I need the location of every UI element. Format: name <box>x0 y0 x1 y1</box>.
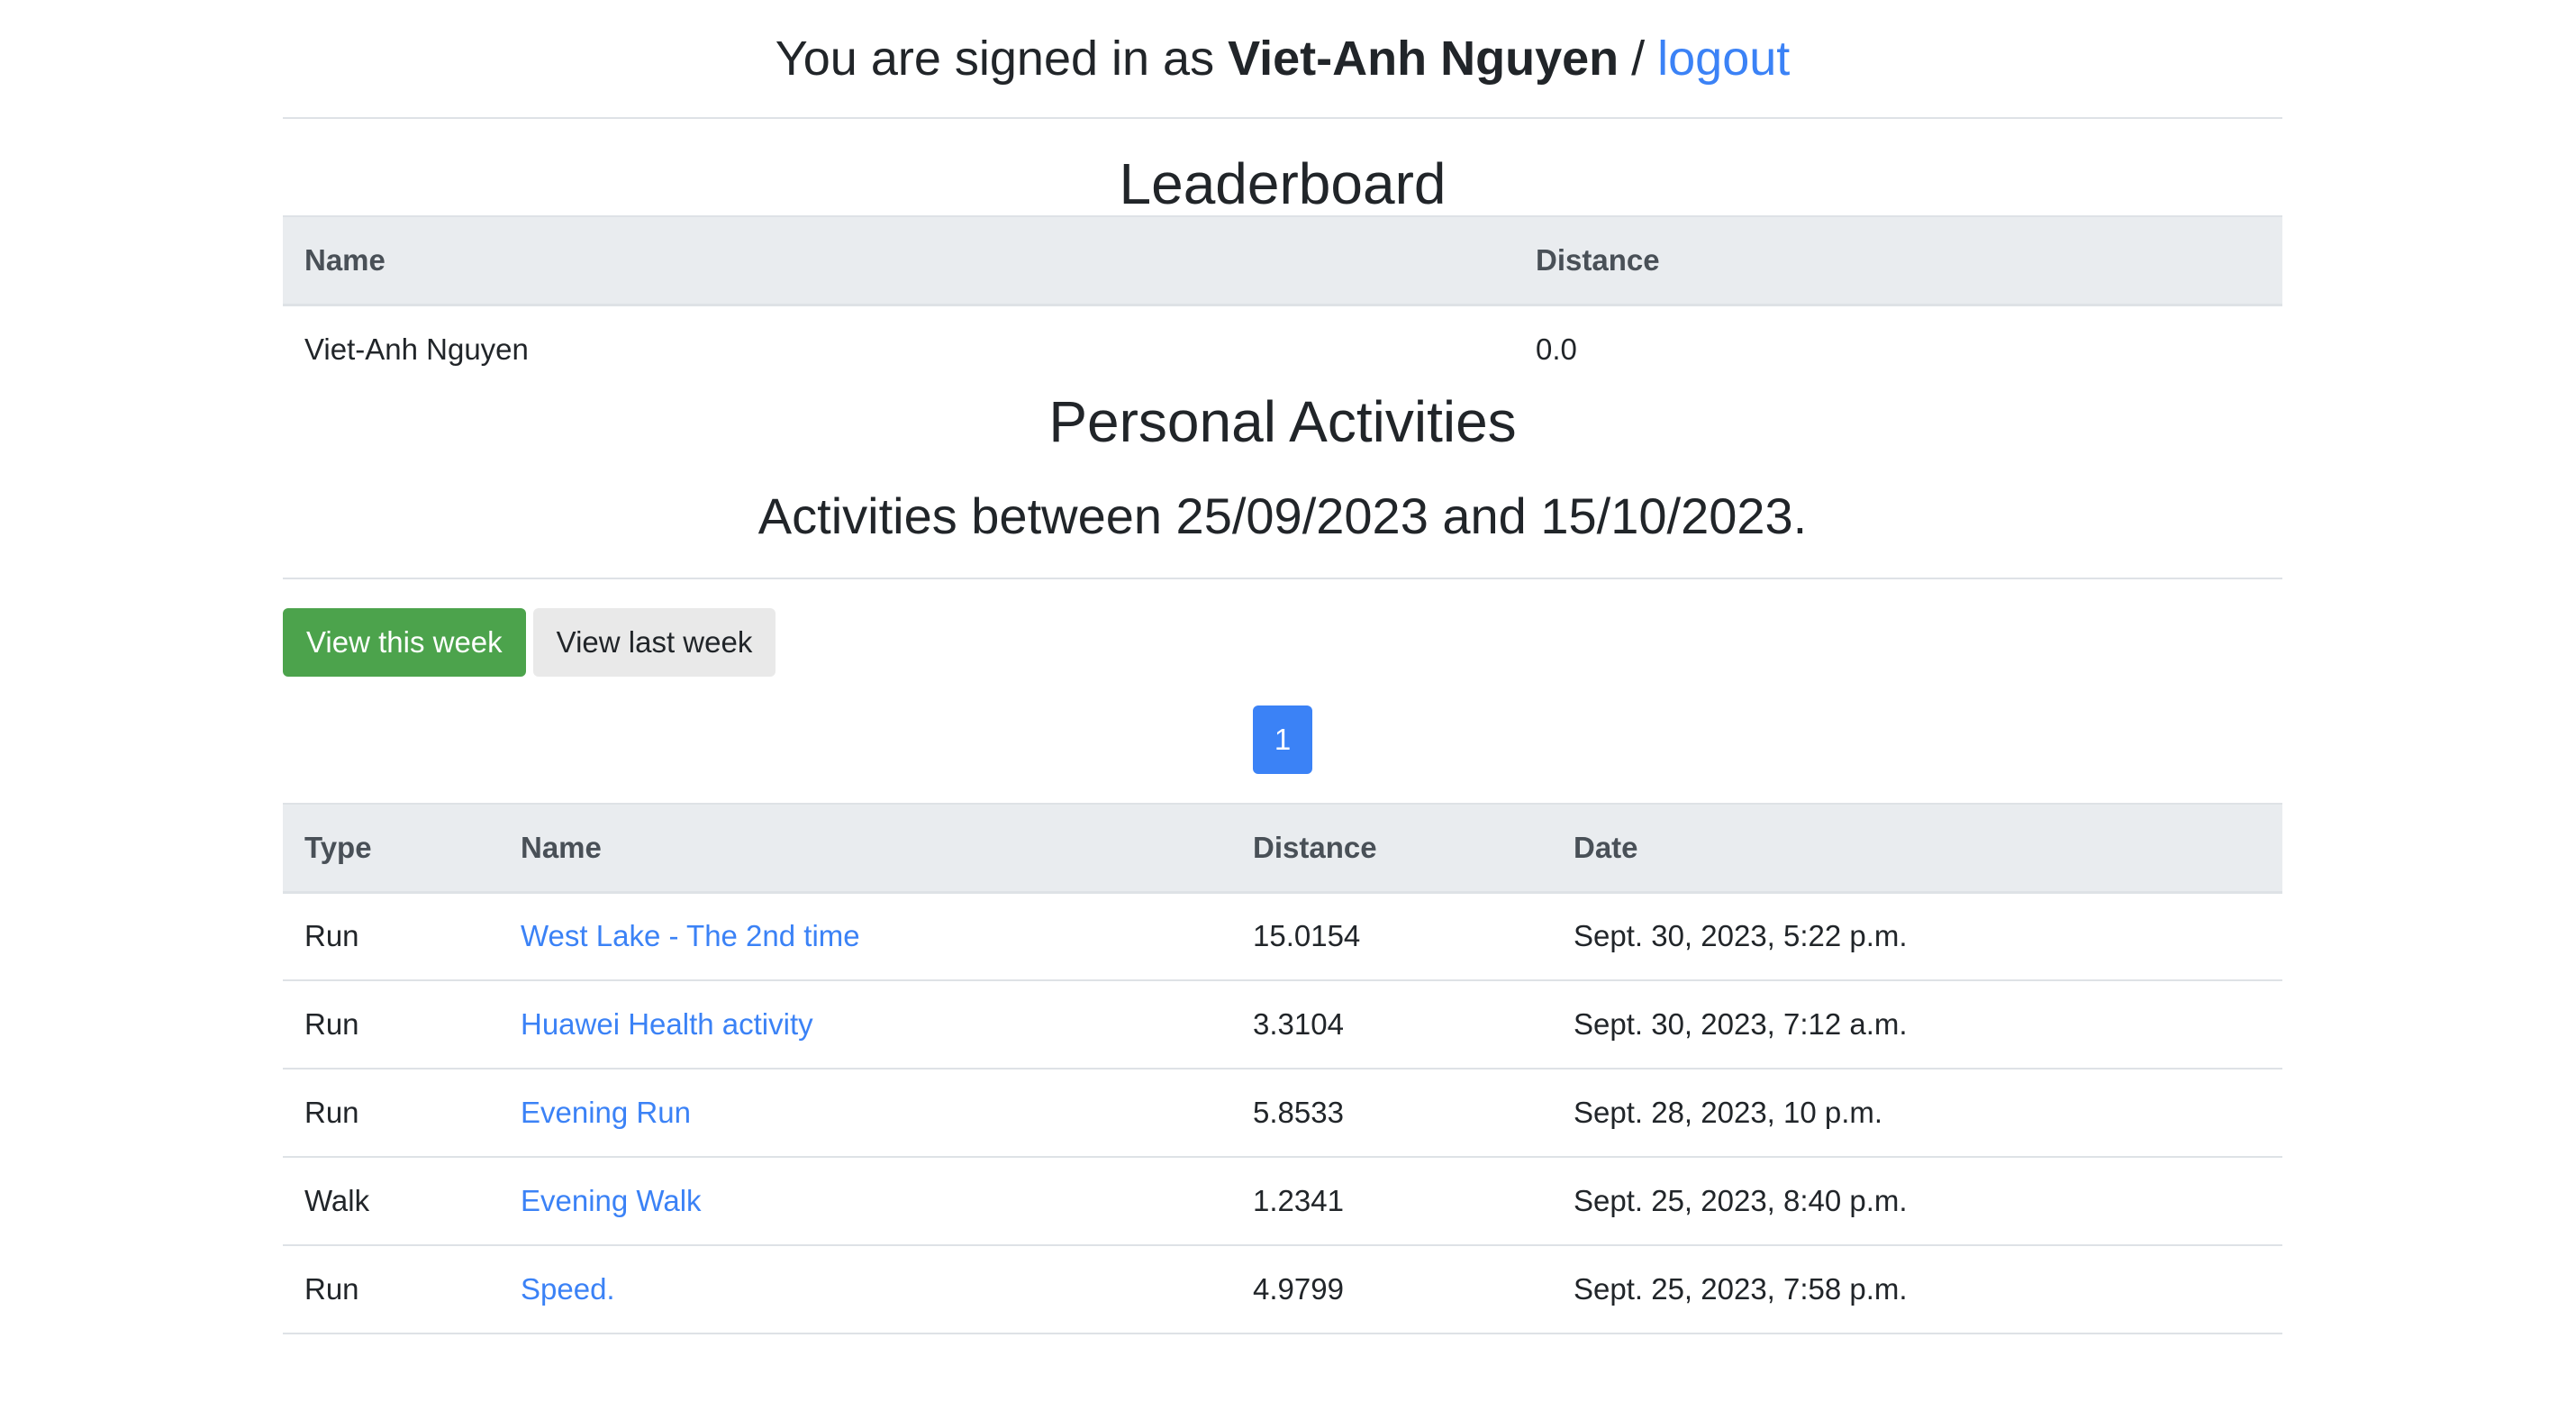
leaderboard-row: Viet-Anh Nguyen 0.0 <box>283 305 2282 393</box>
signin-prefix: You are signed in as <box>775 32 1215 86</box>
activity-name-cell: Speed. <box>499 1245 1231 1334</box>
week-buttons: View this week View last week <box>283 608 2282 677</box>
activity-distance: 15.0154 <box>1231 892 1552 981</box>
signin-bar: You are signed in as Viet-Anh Nguyen / log… <box>283 0 2282 119</box>
activity-name-link[interactable]: Evening Walk <box>521 1184 702 1217</box>
table-row: Run Huawei Health activity 3.3104 Sept. … <box>283 980 2282 1070</box>
activity-name-link[interactable]: Huawei Health activity <box>521 1007 813 1041</box>
leaderboard-cell-distance: 0.0 <box>1536 332 1577 366</box>
activities-header-row: Type Name Distance Date <box>283 803 2282 894</box>
activities-header-type: Type <box>283 803 499 894</box>
leaderboard-header-distance: Distance <box>1514 215 2282 306</box>
table-row: Run Evening Run 5.8533 Sept. 28, 2023, 1… <box>283 1069 2282 1158</box>
activity-type: Run <box>283 892 499 981</box>
activity-name-cell: Evening Run <box>499 1069 1231 1158</box>
activities-header-distance: Distance <box>1231 803 1552 894</box>
activity-name-cell: West Lake - The 2nd time <box>499 892 1231 981</box>
date-range-heading: Activities between 25/09/2023 and 15/10/… <box>283 487 2282 579</box>
table-row: Walk Evening Walk 1.2341 Sept. 25, 2023,… <box>283 1157 2282 1246</box>
signin-separator: / <box>1631 32 1646 86</box>
logout-link[interactable]: logout <box>1657 31 1790 86</box>
activities-header-name: Name <box>499 803 1231 894</box>
activity-date: Sept. 25, 2023, 7:58 p.m. <box>1552 1245 2282 1334</box>
page-container: You are signed in as Viet-Anh Nguyen / log… <box>283 0 2282 1334</box>
leaderboard-cell-name: Viet-Anh Nguyen <box>304 332 529 366</box>
personal-activities-title: Personal Activities <box>1048 389 1517 454</box>
activity-distance: 5.8533 <box>1231 1069 1552 1158</box>
activity-type: Run <box>283 980 499 1070</box>
leaderboard-header-row: Name Distance <box>283 215 2282 306</box>
leaderboard-header-name: Name <box>283 215 1514 306</box>
activity-date: Sept. 30, 2023, 5:22 p.m. <box>1552 892 2282 981</box>
activity-name-link[interactable]: Speed. <box>521 1272 615 1306</box>
leaderboard-title: Leaderboard <box>1119 151 1447 216</box>
pagination: 1 <box>283 705 2282 774</box>
activity-date: Sept. 28, 2023, 10 p.m. <box>1552 1069 2282 1158</box>
activity-name-link[interactable]: Evening Run <box>521 1096 691 1129</box>
table-row: Run West Lake - The 2nd time 15.0154 Sep… <box>283 892 2282 981</box>
page-button-1[interactable]: 1 <box>1253 705 1312 774</box>
signed-in-username: Viet-Anh Nguyen <box>1228 32 1619 86</box>
activity-distance: 4.9799 <box>1231 1245 1552 1334</box>
table-row: Run Speed. 4.9799 Sept. 25, 2023, 7:58 p… <box>283 1245 2282 1334</box>
activity-type: Run <box>283 1245 499 1334</box>
activity-distance: 1.2341 <box>1231 1157 1552 1246</box>
leaderboard-table: Name Distance Viet-Anh Nguyen 0.0 <box>283 215 2282 393</box>
activity-type: Walk <box>283 1157 499 1246</box>
activity-name-cell: Huawei Health activity <box>499 980 1231 1070</box>
activity-name-cell: Evening Walk <box>499 1157 1231 1246</box>
activity-name-link[interactable]: West Lake - The 2nd time <box>521 919 860 952</box>
activity-date: Sept. 25, 2023, 8:40 p.m. <box>1552 1157 2282 1246</box>
activities-table: Type Name Distance Date Run West Lake - … <box>283 803 2282 1334</box>
activity-distance: 3.3104 <box>1231 980 1552 1070</box>
view-last-week-button[interactable]: View last week <box>532 608 776 677</box>
activities-header-date: Date <box>1552 803 2282 894</box>
activity-date: Sept. 30, 2023, 7:12 a.m. <box>1552 980 2282 1070</box>
activity-type: Run <box>283 1069 499 1158</box>
view-this-week-button[interactable]: View this week <box>283 608 526 677</box>
